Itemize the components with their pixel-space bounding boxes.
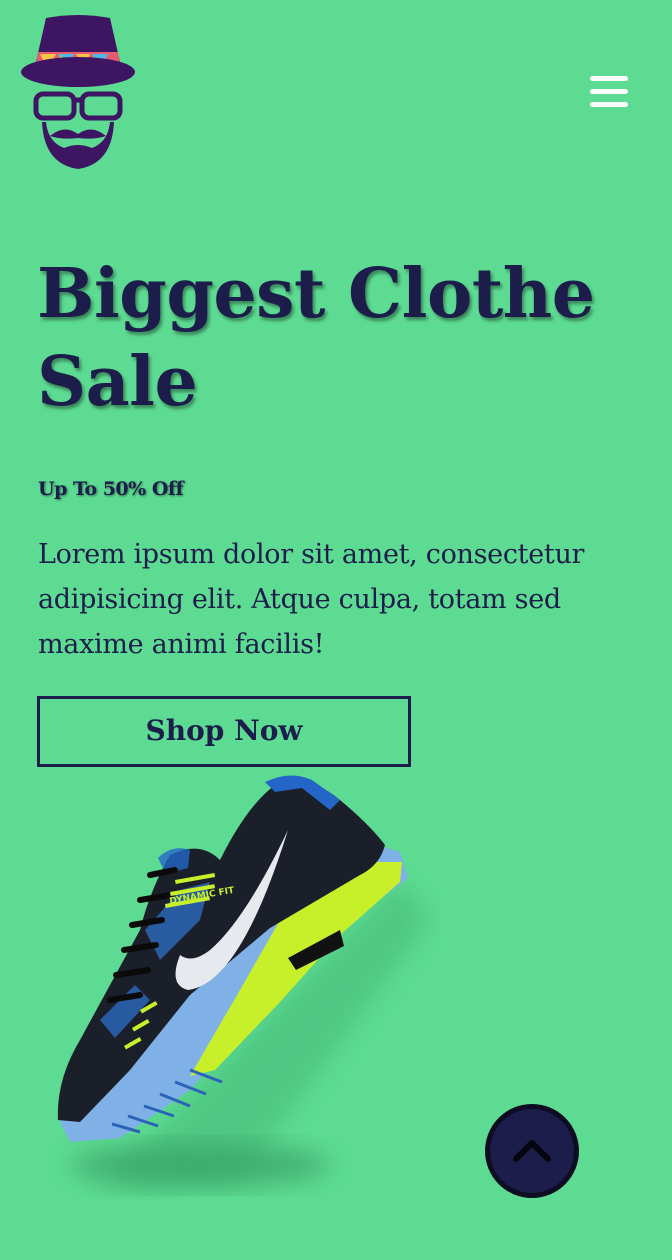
logo-icon[interactable] bbox=[18, 14, 138, 174]
hero-subtitle: Up To 50% Off bbox=[38, 478, 184, 500]
chevron-up-icon bbox=[513, 1140, 551, 1162]
hero-title: Biggest Clothe Sale bbox=[37, 254, 595, 422]
hamburger-menu-icon[interactable] bbox=[590, 76, 628, 112]
scroll-to-top-button[interactable] bbox=[485, 1104, 579, 1198]
hero-description: Lorem ipsum dolor sit amet, consectetur … bbox=[38, 539, 585, 660]
shop-now-button[interactable]: Shop Now bbox=[37, 696, 411, 767]
running-sneaker-image: DYNAMIC FIT bbox=[40, 770, 440, 1200]
